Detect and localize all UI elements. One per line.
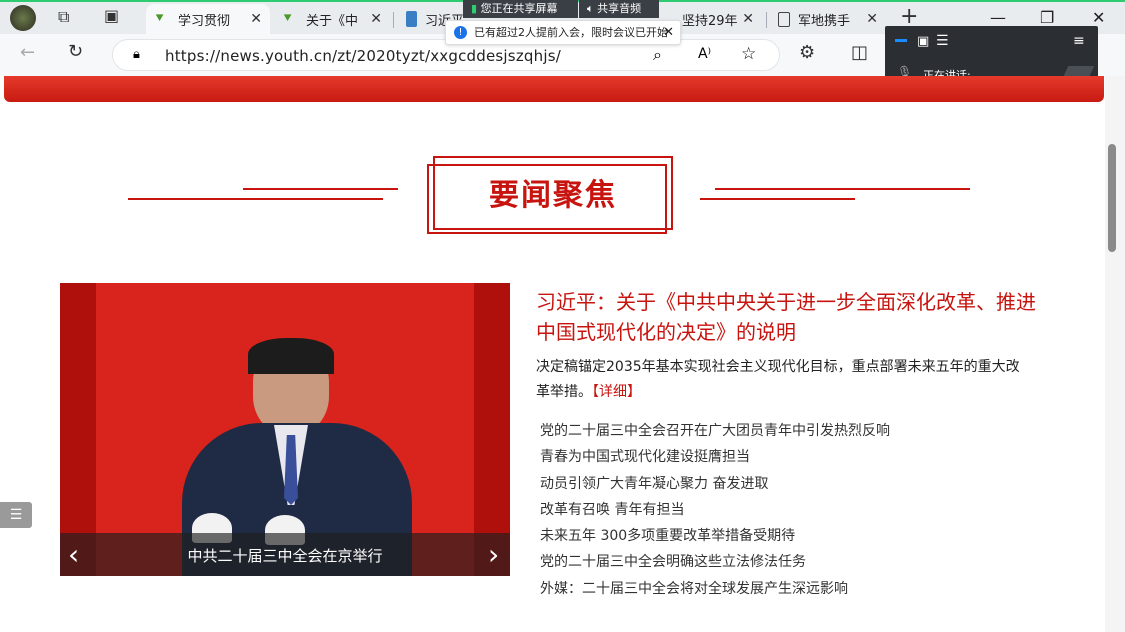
url-text[interactable]: https://news.youth.cn/zt/2020tyzt/xxgcdd… (165, 47, 561, 65)
meeting-notice: ! 已有超过2人提前入会，限时会议已开始 ✕ (445, 20, 681, 45)
zoom-icon[interactable]: ⌕ (653, 45, 662, 65)
news-item[interactable]: 党的二十届三中全会明确这些立法修法任务 (540, 549, 890, 575)
restore-button[interactable]: ❐ (1040, 8, 1054, 27)
tab-label: 军地携手 (798, 13, 851, 29)
notice-text: 已有超过2人提前入会，限时会议已开始 (474, 26, 668, 39)
decor-line (128, 198, 383, 200)
side-menu-icon[interactable]: ☰ (0, 502, 32, 528)
decor-line (700, 198, 855, 200)
audio-share-indicator[interactable]: 🔈︎ 共享音频中 (579, 0, 659, 33)
news-item[interactable]: 动员引领广大青年凝心聚力 奋发进取 (540, 471, 890, 497)
close-tab-icon[interactable]: ✕ (370, 11, 382, 27)
photo-caption[interactable]: 中共二十届三中全会在京举行 (60, 545, 510, 566)
decor-line (715, 188, 970, 190)
feature-headline[interactable]: 习近平：关于《中共中央关于进一步全面深化改革、推进中国式现代化的决定》的说明 (536, 287, 1036, 347)
tab-label: 关于《中 (306, 13, 359, 29)
list-mode-icon[interactable]: ☰ (936, 33, 949, 49)
youth-favicon: ⯆ (154, 11, 166, 27)
close-tab-icon[interactable]: ✕ (742, 11, 754, 27)
tab-label: 坚持29年 (682, 13, 738, 29)
close-tab-icon[interactable]: ✕ (250, 11, 262, 27)
news-item[interactable]: 改革有召唤 青年有担当 (540, 497, 890, 523)
carousel-next-button[interactable]: › (488, 538, 499, 571)
info-icon: ! (454, 26, 467, 39)
tab-2[interactable]: ⯆ 关于《中 ✕ (274, 4, 390, 34)
news-list: 党的二十届三中全会召开在广大团员青年中引发热烈反响 青春为中国式现代化建设挺膺担… (540, 418, 890, 602)
close-window-button[interactable]: ✕ (1092, 8, 1105, 27)
scrollbar-thumb[interactable] (1108, 144, 1116, 252)
split-screen-icon[interactable]: ◫ (851, 42, 868, 63)
section-title: 要闻聚焦 (489, 178, 617, 213)
close-notice-icon[interactable]: ✕ (663, 21, 674, 44)
portrait-hair (248, 338, 334, 374)
workspaces-icon[interactable]: ⧉ (58, 7, 69, 27)
header-banner (4, 76, 1104, 102)
tab-separator (393, 12, 394, 28)
signal-icon: ▮ (471, 2, 478, 15)
window-mode-icon[interactable]: ▣ (917, 34, 929, 49)
read-more-link[interactable]: 【详细】 (592, 384, 641, 400)
favorite-star-icon[interactable]: ☆ (741, 44, 756, 64)
news-item[interactable]: 青春为中国式现代化建设挺膺担当 (540, 444, 890, 470)
tab-label: 学习贯彻 (178, 13, 231, 29)
tab-1[interactable]: ⯆ 学习贯彻 ✕ (146, 4, 270, 34)
decor-line (243, 188, 398, 190)
news-item[interactable]: 党的二十届三中全会召开在广大团员青年中引发热烈反响 (540, 418, 890, 444)
tab-separator (766, 12, 767, 28)
screen-share-indicator: ▮ 您正在共享屏幕 (463, 0, 578, 18)
back-icon[interactable]: ← (20, 42, 35, 63)
screen-share-label: 您正在共享屏幕 (480, 2, 558, 15)
youth-favicon: ⯆ (282, 11, 294, 27)
lock-icon[interactable]: 🔒︎ (133, 47, 140, 62)
feature-summary: 决定稿锚定2035年基本实现社会主义现代化目标，重点部署未来五年的重大改革举措。… (536, 355, 1026, 405)
profile-avatar[interactable] (10, 5, 36, 31)
carousel-prev-button[interactable]: ‹ (68, 538, 79, 571)
minimize-button[interactable]: — (990, 8, 1006, 27)
news-item[interactable]: 未来五年 300多项重要改革举措备受期待 (540, 523, 890, 549)
news-item[interactable]: 外媒：二十届三中全会将对全球发展产生深远影响 (540, 576, 890, 602)
expand-panel-icon[interactable]: ≡ (1073, 33, 1085, 49)
read-aloud-icon[interactable]: A⁾ (698, 46, 711, 62)
refresh-icon[interactable]: ↻ (68, 41, 83, 62)
site-favicon (406, 11, 417, 27)
speaker-icon: 🔈︎ (587, 2, 594, 15)
close-tab-icon[interactable]: ✕ (866, 11, 878, 27)
minimize-panel-icon[interactable] (895, 39, 907, 42)
page-icon (778, 11, 790, 27)
extensions-icon[interactable]: ⚙ (799, 42, 815, 63)
tab-actions-icon[interactable]: ▣ (104, 6, 119, 25)
tab-5[interactable]: 军地携手 ✕ (770, 4, 886, 34)
